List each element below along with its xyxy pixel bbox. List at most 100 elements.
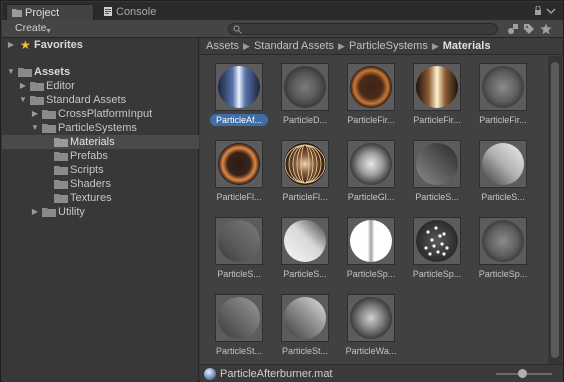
material-item[interactable]: ParticleWa... xyxy=(339,290,403,360)
selected-asset-path: ParticleAfterburner.mat xyxy=(220,368,333,380)
material-item[interactable]: ParticleFir... xyxy=(471,59,535,129)
material-preview-smoke-white xyxy=(282,218,328,264)
tree-item-editor[interactable]: ▶ Editor xyxy=(2,79,199,93)
material-item[interactable]: ParticleFl... xyxy=(273,136,337,206)
material-thumbnail[interactable] xyxy=(413,217,461,265)
folder-icon xyxy=(54,180,68,189)
tree-item-label: Favorites xyxy=(34,39,83,51)
create-button[interactable]: Create ▼ xyxy=(6,22,56,36)
tree-item-materials[interactable]: Materials xyxy=(2,135,199,149)
tree-item-label: Shaders xyxy=(70,178,111,190)
breadcrumb-materials[interactable]: Materials xyxy=(443,40,491,52)
material-item[interactable]: ParticleS... xyxy=(405,136,469,206)
material-preview-smoke-bright xyxy=(480,141,526,187)
vertical-scrollbar[interactable] xyxy=(548,56,562,364)
project-icon xyxy=(12,9,22,17)
tree-item-favorites[interactable]: ▶ ★ Favorites xyxy=(2,38,199,52)
material-thumbnail[interactable] xyxy=(281,294,329,342)
breadcrumb-separator-icon: ▶ xyxy=(338,41,345,51)
tab-console[interactable]: Console xyxy=(98,4,178,20)
material-thumbnail[interactable] xyxy=(215,294,263,342)
material-item[interactable]: ParticleSp... xyxy=(405,213,469,283)
expand-arrow-icon[interactable]: ▶ xyxy=(18,79,28,93)
material-item[interactable]: ParticleFl... xyxy=(207,136,271,206)
material-item[interactable]: ParticleD... xyxy=(273,59,337,129)
breadcrumb-particlesystems[interactable]: ParticleSystems xyxy=(349,40,428,52)
material-thumbnail[interactable] xyxy=(215,217,263,265)
material-thumbnail[interactable] xyxy=(281,217,329,265)
tree-item-prefabs[interactable]: Prefabs xyxy=(2,149,199,163)
window-menu-icon[interactable] xyxy=(533,6,559,16)
material-thumbnail[interactable] xyxy=(479,63,527,111)
material-item[interactable]: ParticleS... xyxy=(471,136,535,206)
material-item[interactable]: ParticleAf... xyxy=(207,59,271,129)
material-thumbnail[interactable] xyxy=(215,140,263,188)
folder-icon xyxy=(54,138,68,147)
material-name: ParticleSp... xyxy=(478,269,528,279)
collapse-arrow-icon[interactable]: ▼ xyxy=(30,121,40,135)
folder-icon xyxy=(54,152,68,161)
tree-item-particlesystems[interactable]: ▼ ParticleSystems xyxy=(2,121,199,135)
material-name: ParticleD... xyxy=(282,115,327,125)
material-thumbnail[interactable] xyxy=(347,140,395,188)
search-by-type-icon[interactable] xyxy=(507,23,519,35)
tab-bar: Project Console xyxy=(2,2,563,20)
tree-item-textures[interactable]: Textures xyxy=(2,191,199,205)
material-name: ParticleSp... xyxy=(346,269,396,279)
expand-arrow-icon[interactable]: ▶ xyxy=(30,107,40,121)
tree-item-assets[interactable]: ▼ Assets xyxy=(2,65,199,79)
material-item[interactable]: ParticleSp... xyxy=(339,213,403,283)
material-thumbnail[interactable] xyxy=(413,63,461,111)
folder-tree: ▶ ★ Favorites ▼ Assets ▶ Editor ▼ Standa… xyxy=(2,38,199,382)
material-item[interactable]: ParticleSp... xyxy=(471,213,535,283)
material-preview-water xyxy=(348,295,394,341)
material-thumbnail[interactable] xyxy=(479,217,527,265)
favorite-star-icon[interactable] xyxy=(540,23,552,35)
tree-item-scripts[interactable]: Scripts xyxy=(2,163,199,177)
search-input[interactable] xyxy=(228,23,498,35)
expand-arrow-icon[interactable]: ▶ xyxy=(6,38,16,52)
material-item[interactable]: ParticleSt... xyxy=(273,290,337,360)
material-name: ParticleSt... xyxy=(215,346,262,356)
tree-item-label: Editor xyxy=(46,80,75,92)
tree-item-crossplatforminput[interactable]: ▶ CrossPlatformInput xyxy=(2,107,199,121)
material-thumbnail[interactable] xyxy=(347,63,395,111)
material-item[interactable]: ParticleFir... xyxy=(405,59,469,129)
material-item[interactable]: ParticleFir... xyxy=(339,59,403,129)
tab-project-label: Project xyxy=(25,7,60,19)
collapse-arrow-icon[interactable]: ▼ xyxy=(18,93,28,107)
material-item[interactable]: ParticleS... xyxy=(207,213,271,283)
breadcrumb-standard-assets[interactable]: Standard Assets xyxy=(254,40,334,52)
icon-size-slider[interactable] xyxy=(496,369,552,378)
material-thumbnail[interactable] xyxy=(347,294,395,342)
material-thumbnail[interactable] xyxy=(413,140,461,188)
material-thumbnail[interactable] xyxy=(347,217,395,265)
material-thumbnail[interactable] xyxy=(215,63,263,111)
folder-icon xyxy=(42,124,56,133)
slider-knob[interactable] xyxy=(518,369,527,378)
material-item[interactable]: ParticleGl... xyxy=(339,136,403,206)
material-thumbnail[interactable] xyxy=(281,140,329,188)
expand-arrow-icon[interactable]: ▶ xyxy=(30,205,40,219)
material-preview-sparkle xyxy=(414,218,460,264)
breadcrumb: Assets ▶ Standard Assets ▶ ParticleSystems ▶ M… xyxy=(200,38,563,55)
search-by-label-icon[interactable] xyxy=(523,23,535,35)
scrollbar-thumb[interactable] xyxy=(551,62,559,358)
material-item[interactable]: ParticleSt... xyxy=(207,290,271,360)
material-thumbnail[interactable] xyxy=(479,140,527,188)
material-item[interactable]: ParticleS... xyxy=(273,213,337,283)
tree-item-shaders[interactable]: Shaders xyxy=(2,177,199,191)
collapse-arrow-icon[interactable]: ▼ xyxy=(6,65,16,79)
asset-browser: Assets ▶ Standard Assets ▶ ParticleSystems ▶ M… xyxy=(200,38,563,382)
material-name: ParticleFir... xyxy=(479,115,527,125)
tree-item-utility[interactable]: ▶ Utility xyxy=(2,205,199,219)
breadcrumb-assets[interactable]: Assets xyxy=(206,40,239,52)
material-grid: ParticleAf... ParticleD... ParticleFir... P… xyxy=(200,56,550,364)
material-preview-spark-streak xyxy=(348,218,394,264)
tab-project[interactable]: Project xyxy=(6,4,94,20)
material-preview-smoke-dark xyxy=(414,141,460,187)
material-thumbnail[interactable] xyxy=(281,63,329,111)
material-name: ParticleS... xyxy=(415,192,459,202)
folder-icon xyxy=(42,208,56,217)
tree-item-standard-assets[interactable]: ▼ Standard Assets xyxy=(2,93,199,107)
